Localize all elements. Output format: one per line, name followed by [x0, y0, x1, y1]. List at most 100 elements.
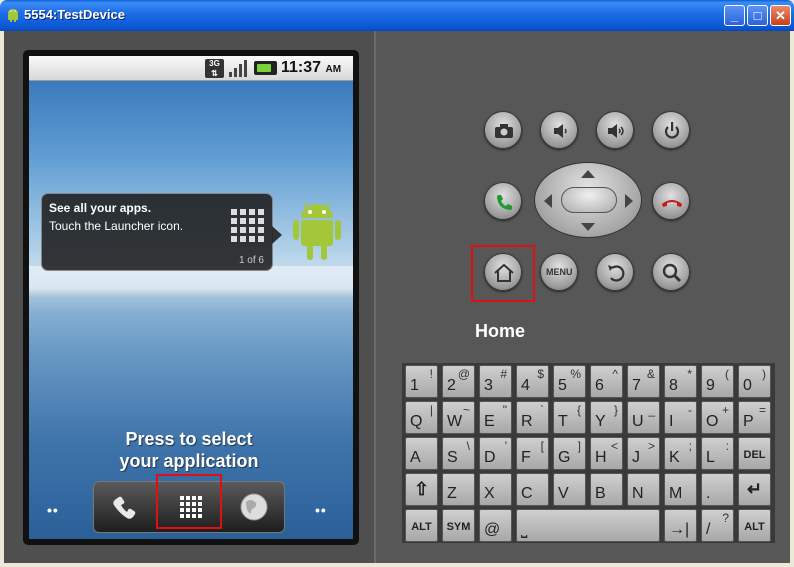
launcher-tip-bubble[interactable]: See all your apps. Touch the Launcher ic…: [41, 193, 282, 271]
phone-screen[interactable]: 3G ⇅ 11:37 AM See all your apps. Touch t…: [29, 56, 353, 539]
key-n[interactable]: N: [627, 473, 660, 506]
dpad[interactable]: [534, 162, 642, 238]
key-b[interactable]: B: [590, 473, 623, 506]
volume-down-button[interactable]: [540, 111, 578, 149]
key-at[interactable]: @: [479, 509, 512, 542]
minimize-button[interactable]: _: [724, 5, 745, 26]
tip-body: Touch the Launcher icon.: [49, 219, 184, 233]
key-q[interactable]: Q |: [405, 401, 438, 434]
key-v[interactable]: V: [553, 473, 586, 506]
key-shift[interactable]: ⇧: [405, 473, 438, 506]
android-robot-icon: [293, 201, 341, 260]
key-j[interactable]: J >: [627, 437, 660, 470]
key-sym[interactable]: SYM: [442, 509, 475, 542]
key-m[interactable]: M: [664, 473, 697, 506]
close-button[interactable]: ✕: [770, 5, 791, 26]
key-s[interactable]: S \: [442, 437, 475, 470]
call-button[interactable]: [484, 182, 522, 220]
key-label: U: [632, 413, 644, 430]
key-label: ⇧: [413, 479, 430, 499]
key-space[interactable]: ⎵: [516, 509, 660, 542]
key-shift-label: :: [725, 439, 729, 453]
key-0[interactable]: 0): [738, 365, 771, 398]
key-f[interactable]: F[: [516, 437, 549, 470]
volume-up-button[interactable]: [596, 111, 634, 149]
key-t[interactable]: T{: [553, 401, 586, 434]
key-z[interactable]: Z: [442, 473, 475, 506]
key-h[interactable]: H <: [590, 437, 623, 470]
end-call-button[interactable]: [652, 182, 690, 220]
phone-handset-icon: [113, 496, 136, 519]
globe-icon: [240, 493, 268, 521]
key-label: P: [743, 413, 754, 430]
key-1[interactable]: 1!: [405, 365, 438, 398]
status-bar[interactable]: 3G ⇅ 11:37 AM: [29, 56, 353, 81]
key-enter[interactable]: ↵: [738, 473, 771, 506]
key-g[interactable]: G]: [553, 437, 586, 470]
dpad-left-icon[interactable]: [544, 194, 552, 208]
key-c[interactable]: C: [516, 473, 549, 506]
key-label: 4: [521, 377, 530, 394]
power-button[interactable]: [652, 111, 690, 149]
back-button[interactable]: [596, 253, 634, 291]
key-8[interactable]: 8 *: [664, 365, 697, 398]
key-a[interactable]: A: [405, 437, 438, 470]
key-y[interactable]: Y}: [590, 401, 623, 434]
key-period[interactable]: .: [701, 473, 734, 506]
key-i[interactable]: I-: [664, 401, 697, 434]
key-alt-right[interactable]: ALT: [738, 509, 771, 542]
key-p[interactable]: P =: [738, 401, 771, 434]
key-3[interactable]: 3 #: [479, 365, 512, 398]
key-shift-label: +: [721, 403, 729, 417]
key-e[interactable]: E ": [479, 401, 512, 434]
call-green-icon: [497, 195, 512, 210]
search-button[interactable]: [652, 253, 690, 291]
left-page-dots[interactable]: ••: [47, 502, 59, 518]
key-2[interactable]: 2 @: [442, 365, 475, 398]
key-x[interactable]: X: [479, 473, 512, 506]
key-tab[interactable]: →|: [664, 509, 697, 542]
dock-phone-button[interactable]: [94, 482, 158, 532]
dpad-up-icon[interactable]: [581, 170, 595, 178]
key-alt-left[interactable]: ALT: [405, 509, 438, 542]
battery-icon: [254, 61, 277, 75]
key-o[interactable]: O +: [701, 401, 734, 434]
key-shift-label: ;: [688, 439, 692, 453]
key-7[interactable]: 7 &: [627, 365, 660, 398]
launcher-highlight-box: [156, 474, 222, 529]
key-6[interactable]: 6 ^: [590, 365, 623, 398]
key-u[interactable]: U _: [627, 401, 660, 434]
key-shift-label: ": [502, 403, 507, 417]
right-page-dots[interactable]: ••: [315, 502, 327, 518]
key-slash[interactable]: /?: [701, 509, 734, 542]
key-w[interactable]: W ~: [442, 401, 475, 434]
key-k[interactable]: K;: [664, 437, 697, 470]
dock-browser-button[interactable]: [222, 482, 286, 532]
key-del[interactable]: DEL: [738, 437, 771, 470]
maximize-button[interactable]: □: [747, 5, 768, 26]
key-9[interactable]: 9(: [701, 365, 734, 398]
camera-icon: [495, 124, 513, 138]
key-shift-label: (: [725, 367, 729, 381]
key-d[interactable]: D ': [479, 437, 512, 470]
key-5[interactable]: 5%: [553, 365, 586, 398]
camera-button[interactable]: [484, 111, 522, 149]
dpad-center-button[interactable]: [561, 187, 617, 213]
menu-button[interactable]: MENU: [540, 253, 578, 291]
key-r[interactable]: R `: [516, 401, 549, 434]
clock: 11:37 AM: [281, 59, 342, 76]
key-shift-label: |: [429, 403, 433, 417]
key-shift-label: ~: [462, 403, 470, 417]
key-label: I: [669, 413, 674, 430]
key-4[interactable]: 4 $: [516, 365, 549, 398]
key-shift-label: @: [457, 367, 470, 381]
title-bar[interactable]: 5554:TestDevice _ □ ✕: [0, 0, 794, 31]
key-label: 7: [632, 377, 641, 394]
dpad-right-icon[interactable]: [625, 194, 633, 208]
key-l[interactable]: L:: [701, 437, 734, 470]
key-label: 9: [706, 377, 715, 394]
dpad-down-icon[interactable]: [581, 223, 595, 231]
key-label: Z: [447, 485, 457, 502]
hardware-keyboard: 1! 2 @3 #4 $5% 6 ^ 7 & 8 * 9(0) Q | W ~ E " R ` T{Y} U _ I - O + P =…: [402, 363, 775, 543]
key-label: D: [484, 449, 496, 466]
